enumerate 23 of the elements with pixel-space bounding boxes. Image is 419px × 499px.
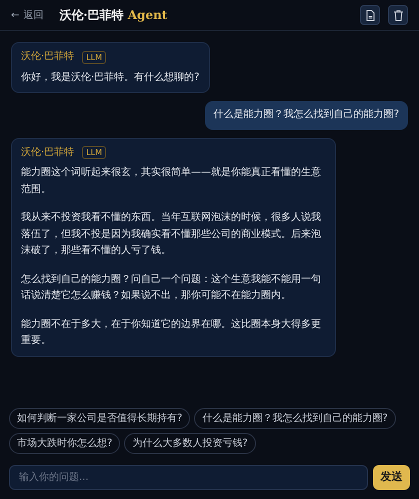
message-text: 能力圈这个词听起来很玄，其实很简单——就是你能真正看懂的生意范围。	[21, 166, 322, 196]
delete-button[interactable]	[388, 5, 408, 25]
model-tag: LLM	[82, 146, 106, 160]
message-text: 能力圈不在于多大，在于你知道它的边界在哪。这比圈本身大得多更重要。	[21, 318, 322, 348]
back-link[interactable]: ← 返回	[11, 8, 44, 22]
trash-icon	[394, 10, 402, 20]
sender-name: 沃伦·巴菲特	[21, 146, 74, 160]
export-button[interactable]	[360, 5, 380, 25]
question-input[interactable]: 输入你的问题...	[9, 465, 368, 490]
suggestion-chip[interactable]: 市场大跌时你怎么想?	[9, 433, 120, 454]
document-icon	[366, 10, 374, 20]
message-text: 我从来不投资我看不懂的东西。当年互联网泡沫的时候，很多人说我落伍了，但我不投是因为我确实看不懂那些公司的商业模式。后来泡沫破了，那些看不懂的人亏了钱。	[21, 210, 322, 258]
suggestion-chip[interactable]: 什么是能力圈？我怎么找到自己的能力圈?	[194, 408, 396, 429]
page-title: 沃伦·巴菲特 Agent	[59, 7, 168, 24]
back-arrow-icon: ←	[11, 8, 20, 22]
suggestion-chip[interactable]: 如何判断一家公司是否值得长期持有?	[9, 408, 190, 429]
send-button[interactable]: 发送	[373, 465, 410, 490]
message-text: 怎么找到自己的能力圈？问自己一个问题：这个生意我能不能用一句话说清楚它怎么赚钱？如果说不出，那你可能不在能力圈内。	[21, 272, 322, 303]
message-text: 什么是能力圈？我怎么找到自己的能力圈?	[214, 108, 399, 122]
model-tag: LLM	[82, 50, 106, 64]
message-text: 你好，我是沃伦·巴菲特。有什么想聊的?	[21, 70, 200, 84]
sender-name: 沃伦·巴菲特	[21, 50, 74, 64]
suggestion-chip[interactable]: 为什么大多数人投资亏钱?	[124, 433, 256, 454]
